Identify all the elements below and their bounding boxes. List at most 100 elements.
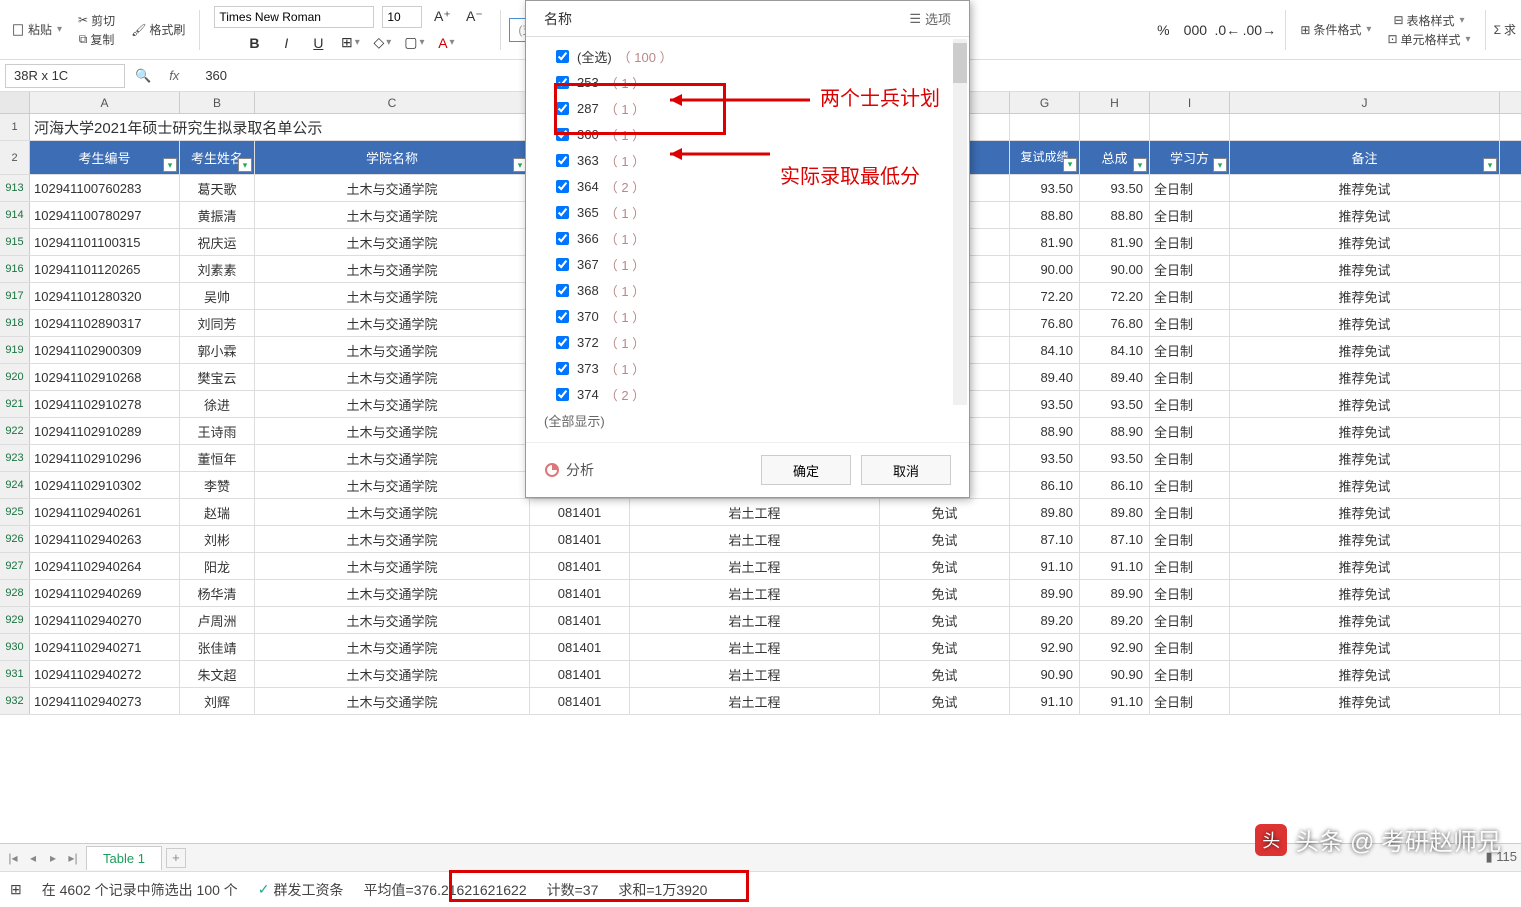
cell-name[interactable]: 黄振清 bbox=[180, 202, 255, 228]
cell-student-id[interactable]: 102941102900309 bbox=[30, 337, 180, 363]
cell-total-score[interactable]: 89.20 bbox=[1080, 607, 1150, 633]
cell-exam[interactable]: 免试 bbox=[880, 526, 1010, 552]
cell-retest-score[interactable]: 88.90 bbox=[1010, 418, 1080, 444]
row-header[interactable]: 916 bbox=[0, 256, 30, 282]
cell-total-score[interactable]: 91.10 bbox=[1080, 688, 1150, 714]
cell-total-score[interactable]: 90.90 bbox=[1080, 661, 1150, 687]
cell-student-id[interactable]: 102941102940272 bbox=[30, 661, 180, 687]
cell-major-code[interactable]: 081401 bbox=[530, 688, 630, 714]
filter-value-item[interactable]: 370 （ 1 ） bbox=[538, 303, 957, 329]
font-size-select[interactable] bbox=[382, 6, 422, 28]
cell-college[interactable]: 土木与交通学院 bbox=[255, 472, 530, 498]
cell-major-code[interactable]: 081401 bbox=[530, 553, 630, 579]
cell-total-score[interactable]: 86.10 bbox=[1080, 472, 1150, 498]
cell-student-id[interactable]: 102941100780297 bbox=[30, 202, 180, 228]
cell-name[interactable]: 刘素素 bbox=[180, 256, 255, 282]
cell-student-id[interactable]: 102941102940261 bbox=[30, 499, 180, 525]
filter-icon[interactable] bbox=[163, 158, 177, 172]
row-header[interactable]: 931 bbox=[0, 661, 30, 687]
filter-icon[interactable] bbox=[1483, 158, 1497, 172]
cell-college[interactable]: 土木与交通学院 bbox=[255, 499, 530, 525]
cell-student-id[interactable]: 102941102910268 bbox=[30, 364, 180, 390]
checkbox-icon[interactable] bbox=[556, 76, 569, 89]
sheet-tab-1[interactable]: Table 1 bbox=[86, 846, 162, 870]
filter-scrollbar[interactable] bbox=[953, 39, 967, 405]
cell-name[interactable]: 董恒年 bbox=[180, 445, 255, 471]
cell-college[interactable]: 土木与交通学院 bbox=[255, 553, 530, 579]
cell-college[interactable]: 土木与交通学院 bbox=[255, 175, 530, 201]
col-header-c[interactable]: C bbox=[255, 92, 530, 113]
cell-total-score[interactable]: 88.80 bbox=[1080, 202, 1150, 228]
paste-button[interactable]: 粘贴▾ bbox=[11, 21, 62, 38]
filter-value-item[interactable]: 365 （ 1 ） bbox=[538, 199, 957, 225]
cell-retest-score[interactable]: 76.80 bbox=[1010, 310, 1080, 336]
cell-note[interactable]: 推荐免试 bbox=[1230, 337, 1500, 363]
cell-retest-score[interactable]: 87.10 bbox=[1010, 526, 1080, 552]
cell-exam[interactable]: 免试 bbox=[880, 688, 1010, 714]
decrease-font-button[interactable]: A⁻ bbox=[462, 5, 486, 29]
cell-major[interactable]: 岩土工程 bbox=[630, 688, 880, 714]
checkbox-icon[interactable] bbox=[556, 206, 569, 219]
filter-value-item[interactable]: 374 （ 2 ） bbox=[538, 381, 957, 407]
col-header-j[interactable]: J bbox=[1230, 92, 1500, 113]
cell-retest-score[interactable]: 93.50 bbox=[1010, 175, 1080, 201]
format-painter-button[interactable]: 🖌 格式刷 bbox=[131, 21, 185, 38]
col-header-a[interactable]: A bbox=[30, 92, 180, 113]
cell-note[interactable]: 推荐免试 bbox=[1230, 661, 1500, 687]
cell-college[interactable]: 土木与交通学院 bbox=[255, 418, 530, 444]
cell-retest-score[interactable]: 92.90 bbox=[1010, 634, 1080, 660]
cell-college[interactable]: 土木与交通学院 bbox=[255, 526, 530, 552]
cell-mode[interactable]: 全日制 bbox=[1150, 337, 1230, 363]
checkbox-icon[interactable] bbox=[556, 128, 569, 141]
cell-college[interactable]: 土木与交通学院 bbox=[255, 229, 530, 255]
checkbox-icon[interactable] bbox=[556, 50, 569, 63]
cell-note[interactable]: 推荐免试 bbox=[1230, 580, 1500, 606]
cell-college[interactable]: 土木与交通学院 bbox=[255, 283, 530, 309]
cell-note[interactable]: 推荐免试 bbox=[1230, 310, 1500, 336]
cell-mode[interactable]: 全日制 bbox=[1150, 526, 1230, 552]
cell-mode[interactable]: 全日制 bbox=[1150, 229, 1230, 255]
cell-name[interactable]: 刘彬 bbox=[180, 526, 255, 552]
filter-analyze-button[interactable]: 分析 bbox=[544, 460, 594, 480]
filter-select-all[interactable]: (全选)（ 100 ） bbox=[538, 43, 957, 69]
cell-total-score[interactable]: 91.10 bbox=[1080, 553, 1150, 579]
cell-exam[interactable]: 免试 bbox=[880, 634, 1010, 660]
filter-icon[interactable] bbox=[1213, 158, 1227, 172]
row-header[interactable]: 925 bbox=[0, 499, 30, 525]
filter-value-item[interactable]: 372 （ 1 ） bbox=[538, 329, 957, 355]
cell-major-code[interactable]: 081401 bbox=[530, 526, 630, 552]
cell-student-id[interactable]: 102941102940263 bbox=[30, 526, 180, 552]
cell-note[interactable]: 推荐免试 bbox=[1230, 472, 1500, 498]
highlight-button[interactable]: ▢▾ bbox=[402, 31, 426, 55]
header-note[interactable]: 备注 bbox=[1230, 141, 1500, 174]
select-all-corner[interactable] bbox=[0, 92, 30, 113]
cell-note[interactable]: 推荐免试 bbox=[1230, 526, 1500, 552]
cell-total-score[interactable]: 88.90 bbox=[1080, 418, 1150, 444]
cell-mode[interactable]: 全日制 bbox=[1150, 661, 1230, 687]
status-send-salary[interactable]: ✓群发工资条 bbox=[258, 880, 344, 900]
cell-name[interactable]: 刘同芳 bbox=[180, 310, 255, 336]
cell-mode[interactable]: 全日制 bbox=[1150, 580, 1230, 606]
cell-student-id[interactable]: 102941102940271 bbox=[30, 634, 180, 660]
cell-college[interactable]: 土木与交通学院 bbox=[255, 337, 530, 363]
cell-note[interactable]: 推荐免试 bbox=[1230, 202, 1500, 228]
cell-name[interactable]: 吴帅 bbox=[180, 283, 255, 309]
cell-mode[interactable]: 全日制 bbox=[1150, 418, 1230, 444]
row-header[interactable]: 920 bbox=[0, 364, 30, 390]
cell-note[interactable]: 推荐免试 bbox=[1230, 499, 1500, 525]
cell-note[interactable]: 推荐免试 bbox=[1230, 256, 1500, 282]
cell-total-score[interactable]: 89.40 bbox=[1080, 364, 1150, 390]
header-retest-score[interactable]: 复试成绩 bbox=[1010, 141, 1080, 174]
cell-college[interactable]: 土木与交通学院 bbox=[255, 391, 530, 417]
header-name[interactable]: 考生姓名 bbox=[180, 141, 255, 174]
cell-retest-score[interactable]: 93.50 bbox=[1010, 391, 1080, 417]
cell-note[interactable]: 推荐免试 bbox=[1230, 607, 1500, 633]
cell-style-button[interactable]: ⊡ 单元格样式▾ bbox=[1387, 31, 1470, 48]
cell-note[interactable]: 推荐免试 bbox=[1230, 445, 1500, 471]
cell-total-score[interactable]: 92.90 bbox=[1080, 634, 1150, 660]
cell-student-id[interactable]: 102941102910296 bbox=[30, 445, 180, 471]
filter-cancel-button[interactable]: 取消 bbox=[861, 455, 951, 485]
col-header-h[interactable]: H bbox=[1080, 92, 1150, 113]
cell-name[interactable]: 杨华清 bbox=[180, 580, 255, 606]
font-color-button[interactable]: A▾ bbox=[434, 31, 458, 55]
